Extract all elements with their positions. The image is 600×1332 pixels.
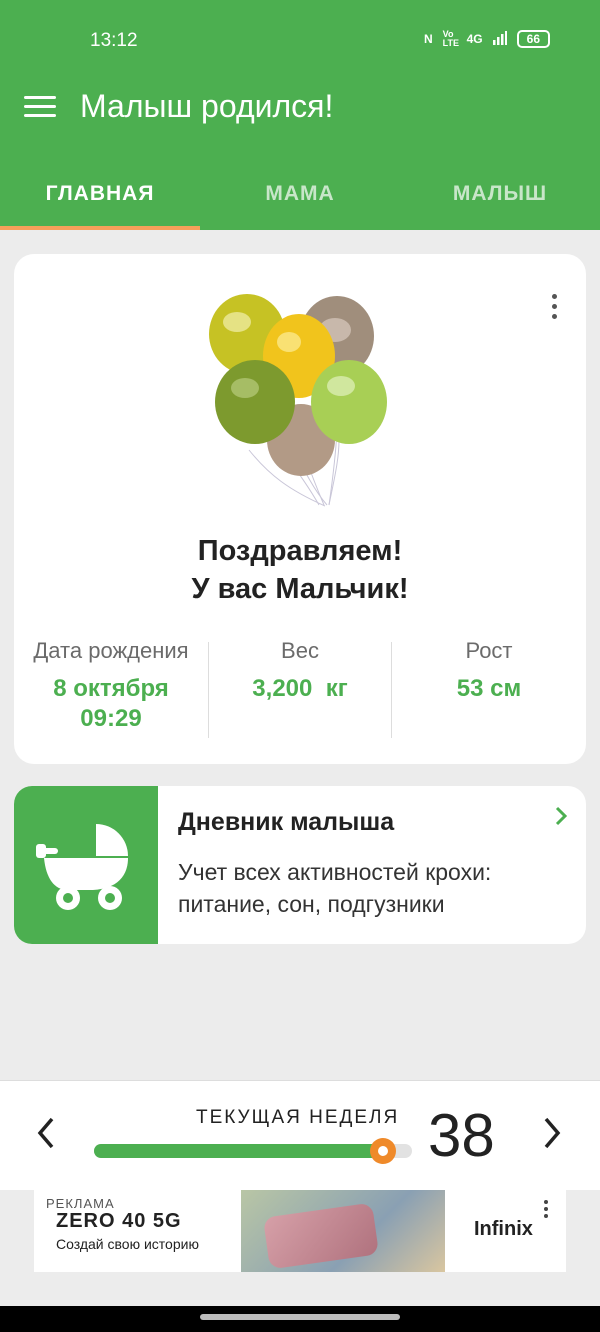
- status-icons: N Vo LTE 4G 66: [424, 30, 550, 48]
- baby-diary-card[interactable]: Дневник малыша Учет всех активностей кро…: [14, 786, 586, 944]
- congrats-text: Поздравляем! У вас Мальчик!: [14, 532, 586, 608]
- week-progress-fill: [94, 1144, 384, 1158]
- balloons-image: [209, 294, 387, 507]
- signal-icon: [492, 30, 507, 48]
- tab-baby[interactable]: МАЛЫШ: [400, 170, 600, 230]
- diary-icon-panel: [14, 786, 158, 944]
- app-bar: Малыш родился! ГЛАВНАЯ МАМА МАЛЫШ: [0, 78, 600, 230]
- volte-icon: Vo LTE: [442, 29, 459, 48]
- tab-mom[interactable]: МАМА: [200, 170, 400, 230]
- status-bar: 13:12 N Vo LTE 4G 66: [0, 0, 600, 78]
- diary-description: Учет всех активностей крохи: питание, со…: [178, 859, 492, 917]
- birth-stats: Дата рождения 8 октября 09:29 Вес 3,200 …: [14, 638, 586, 738]
- stat-label: Вес: [281, 638, 319, 663]
- ad-label: РЕКЛАМА: [46, 1196, 115, 1211]
- stat-birth-date: Дата рождения 8 октября 09:29: [14, 638, 208, 738]
- stat-label: Дата рождения: [33, 638, 189, 663]
- stat-label: Рост: [465, 638, 513, 663]
- status-time: 13:12: [90, 30, 138, 51]
- week-progress-knob[interactable]: [370, 1138, 397, 1164]
- stat-weight: Вес 3,200 кг: [209, 638, 391, 738]
- congrats-line-2: У вас Мальчик!: [191, 573, 409, 605]
- current-week-label: ТЕКУЩАЯ НЕДЕЛЯ: [196, 1107, 400, 1128]
- nfc-icon: N: [423, 32, 433, 46]
- height-value: 53 см: [456, 675, 522, 702]
- ad-banner[interactable]: ZERO 40 5G РЕКЛАМА Создай свою историю I…: [34, 1190, 566, 1272]
- more-options-icon[interactable]: [552, 294, 558, 324]
- birth-date-value: 8 октября: [53, 675, 169, 702]
- weight-value: 3,200 кг: [252, 675, 348, 702]
- stat-value: 8 октября 09:29: [14, 674, 208, 734]
- congrats-line-1: Поздравляем!: [197, 535, 403, 567]
- next-week-icon[interactable]: [540, 1115, 564, 1151]
- ad-tagline: Создай свою историю: [56, 1236, 199, 1252]
- ad-brand: Infinix: [474, 1218, 533, 1240]
- current-week-panel: ТЕКУЩАЯ НЕДЕЛЯ 38: [0, 1080, 600, 1190]
- congrats-card: Поздравляем! У вас Мальчик! Дата рождени…: [14, 254, 586, 764]
- stroller-icon: [36, 824, 128, 910]
- tab-bar: ГЛАВНАЯ МАМА МАЛЫШ: [0, 170, 600, 230]
- chevron-right-icon[interactable]: [554, 806, 568, 826]
- home-indicator[interactable]: [200, 1314, 400, 1320]
- diary-title: Дневник малыша: [178, 808, 395, 836]
- app-title: Малыш родился!: [80, 88, 334, 124]
- week-progress-bar[interactable]: [94, 1138, 412, 1164]
- tab-main[interactable]: ГЛАВНАЯ: [0, 170, 200, 230]
- battery-icon: 66: [516, 30, 550, 48]
- network-icon: 4G: [466, 32, 483, 46]
- current-week-number: 38: [428, 1102, 495, 1169]
- birth-time-value: 09:29: [80, 705, 142, 732]
- ad-options-icon[interactable]: [544, 1200, 548, 1221]
- stat-height: Рост 53 см: [392, 638, 586, 738]
- previous-week-icon[interactable]: [34, 1115, 58, 1151]
- ad-product-name: ZERO 40 5G: [56, 1210, 182, 1232]
- menu-icon[interactable]: [24, 96, 56, 120]
